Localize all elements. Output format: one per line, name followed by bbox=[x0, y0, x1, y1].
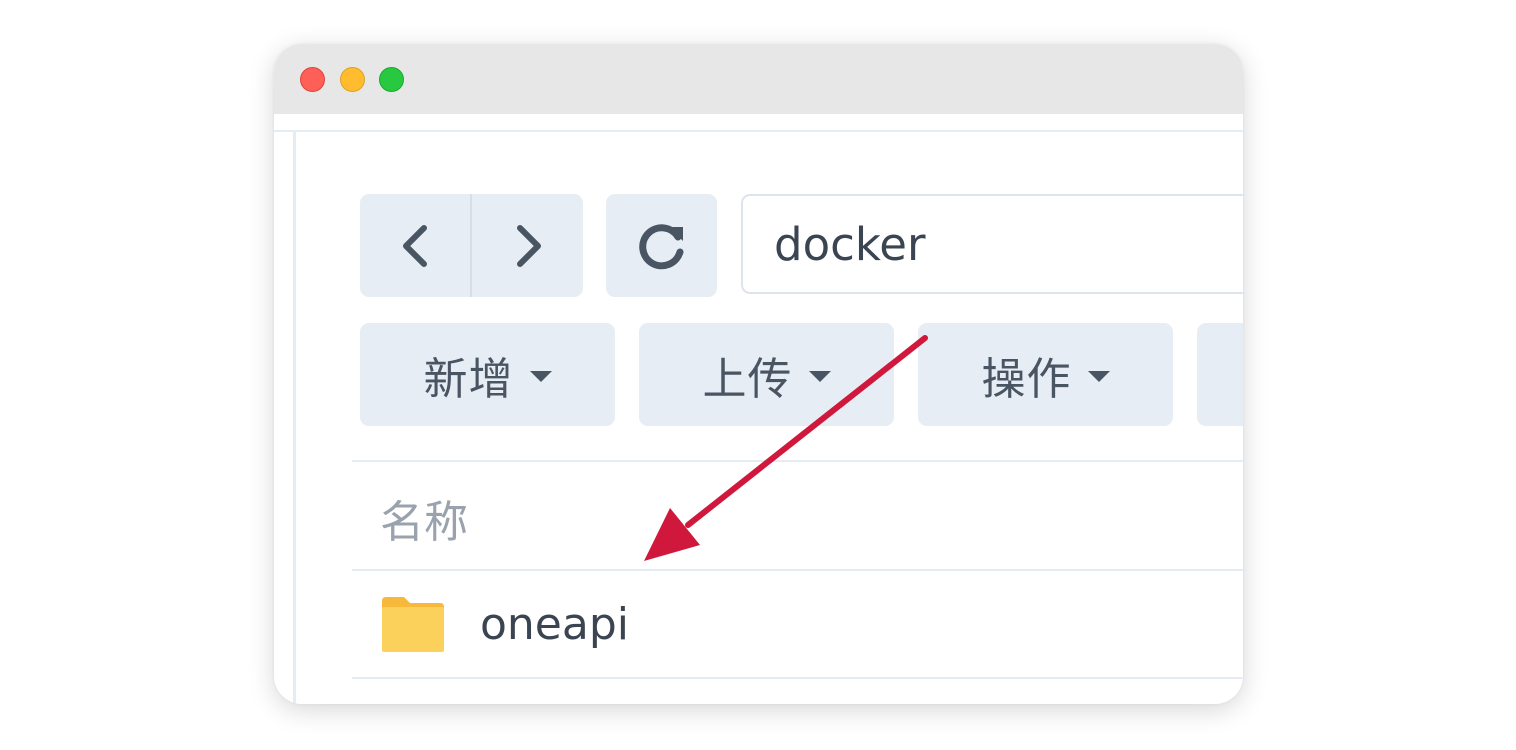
caret-down-icon bbox=[529, 371, 552, 382]
file-name: oneapi bbox=[480, 599, 629, 650]
zoom-window-button[interactable] bbox=[379, 67, 404, 92]
new-dropdown-button[interactable]: 新增 bbox=[360, 323, 615, 426]
refresh-icon bbox=[638, 223, 683, 269]
divider bbox=[352, 460, 1243, 462]
title-bar bbox=[274, 44, 1243, 114]
action-dropdown-button[interactable]: 操作 bbox=[918, 323, 1173, 426]
path-input[interactable]: docker bbox=[741, 194, 1243, 294]
caret-down-icon bbox=[1087, 371, 1110, 382]
nav-button-group bbox=[360, 194, 583, 297]
action-button-label: 操作 bbox=[981, 353, 1072, 405]
more-button[interactable] bbox=[1197, 323, 1243, 426]
folder-icon bbox=[382, 597, 444, 652]
forward-button[interactable] bbox=[472, 194, 583, 297]
divider bbox=[274, 130, 1243, 132]
path-input-value: docker bbox=[774, 217, 926, 271]
refresh-button[interactable] bbox=[606, 194, 717, 297]
back-button[interactable] bbox=[360, 194, 471, 297]
column-header-name[interactable]: 名称 bbox=[380, 486, 468, 550]
minimize-window-button[interactable] bbox=[340, 67, 365, 92]
file-manager-content: docker 新增 上传 操作 名称 oneapi bbox=[274, 114, 1243, 704]
new-button-label: 新增 bbox=[423, 353, 514, 405]
caret-down-icon bbox=[808, 371, 831, 382]
file-row[interactable]: oneapi bbox=[352, 571, 1243, 677]
divider bbox=[293, 132, 296, 704]
upload-dropdown-button[interactable]: 上传 bbox=[639, 323, 894, 426]
divider bbox=[352, 677, 1243, 679]
chevron-right-icon bbox=[516, 224, 541, 267]
chevron-left-icon bbox=[402, 224, 427, 267]
upload-button-label: 上传 bbox=[702, 353, 793, 405]
app-window: docker 新增 上传 操作 名称 oneapi bbox=[274, 44, 1243, 704]
close-window-button[interactable] bbox=[300, 67, 325, 92]
